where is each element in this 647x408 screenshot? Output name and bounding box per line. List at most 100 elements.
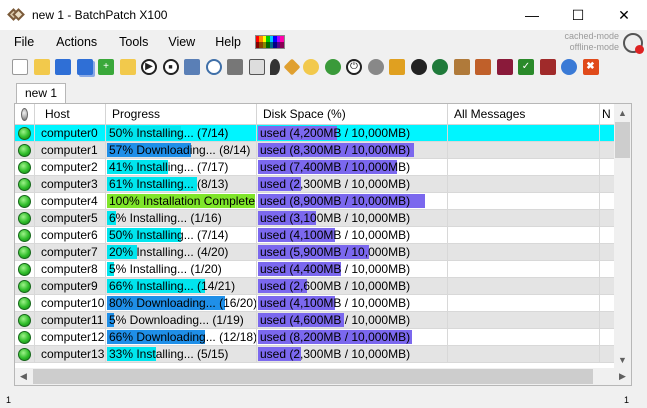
group-icon[interactable] <box>119 59 136 75</box>
header-all-messages[interactable]: All Messages <box>448 104 600 125</box>
save-all-icon[interactable] <box>76 59 93 75</box>
status-indicator-icon <box>21 108 28 121</box>
wheel-icon[interactable] <box>410 59 427 75</box>
header-next-column[interactable]: N <box>600 104 615 125</box>
scroll-up-icon[interactable]: ▲ <box>614 104 631 121</box>
progress-cell: 5% Installing... (1/20) <box>106 261 257 277</box>
tab-strip: new 1 <box>16 83 67 103</box>
next-cell <box>600 244 615 260</box>
save-icon[interactable] <box>55 59 71 75</box>
wheel-green-icon[interactable] <box>432 59 448 75</box>
table-row[interactable]: computer2 41% Installing... (7/17) used (7… <box>15 159 615 176</box>
play-icon[interactable]: ▶ <box>141 59 157 75</box>
disk-space-cell: used (8,300MB / 10,000MB) <box>257 142 448 158</box>
scheduler-clock-icon[interactable] <box>623 33 644 54</box>
schedule-icon[interactable] <box>205 59 222 75</box>
menu-file[interactable]: File <box>0 35 42 49</box>
status-ok-icon <box>18 347 31 361</box>
disk-space-cell: used (2,300MB / 10,000MB) <box>257 346 448 362</box>
status-right-count: 1 <box>624 395 630 405</box>
table-row[interactable]: computer6 50% Installing... (7/14) used (4… <box>15 227 615 244</box>
scroll-right-icon[interactable]: ▶ <box>614 368 631 385</box>
disk-usage-text: used (4,400MB / 10,000MB) <box>260 262 411 276</box>
search-icon[interactable] <box>303 59 319 75</box>
color-palette-icon[interactable] <box>254 35 285 49</box>
commands-icon[interactable] <box>475 59 491 75</box>
progress-cell: 61% Installing... (8/13) <box>106 176 257 192</box>
table-row[interactable]: computer10 80% Downloading... (16/20) used… <box>15 295 615 312</box>
unlock-icon[interactable] <box>389 59 405 75</box>
globe-icon[interactable] <box>561 59 577 75</box>
disk-space-cell: used (7,400MB / 10,000MB) <box>257 159 448 175</box>
header-status-icon[interactable] <box>15 104 35 125</box>
next-cell <box>600 193 615 209</box>
scroll-left-icon[interactable]: ◀ <box>15 368 32 385</box>
host-cell: computer7 <box>35 244 106 260</box>
tab-new-1[interactable]: new 1 <box>16 83 67 103</box>
messages-cell <box>448 346 600 362</box>
status-left-count: 1 <box>6 395 12 405</box>
table-row[interactable]: computer7 20% Installing... (4/20) used (5… <box>15 244 615 261</box>
table-row[interactable]: computer9 66% Installing... (14/21) used (… <box>15 278 615 295</box>
status-cell <box>15 210 35 226</box>
table-row[interactable]: computer3 61% Installing... (8/13) used (2… <box>15 176 615 193</box>
status-ok-icon <box>18 296 31 310</box>
disk-space-cell: used (2,600MB / 10,000MB) <box>257 278 448 294</box>
close-button[interactable]: ✕ <box>601 0 647 30</box>
table-row[interactable]: computer13 33% Installing... (5/15) used (… <box>15 346 615 363</box>
menu-view[interactable]: View <box>160 35 203 49</box>
script-icon[interactable] <box>248 59 265 75</box>
refresh-icon[interactable] <box>324 59 341 75</box>
progress-text: 50% Installing... (7/14) <box>109 228 229 242</box>
minimize-button[interactable]: — <box>509 0 555 30</box>
status-ok-icon <box>18 330 31 344</box>
horizontal-scrollbar[interactable]: ◀ ▶ <box>15 368 631 385</box>
vertical-scrollbar[interactable]: ▲ ▼ <box>614 104 631 368</box>
menu-actions[interactable]: Actions <box>48 35 105 49</box>
messages-cell <box>448 261 600 277</box>
messages-cell <box>448 278 600 294</box>
remove-icon[interactable]: ✖ <box>582 59 599 75</box>
progress-cell: 66% Installing... (14/21) <box>106 278 257 294</box>
table-row[interactable]: computer1 57% Downloading... (8/14) used (… <box>15 142 615 159</box>
stop-icon[interactable]: ■ <box>162 59 179 75</box>
table-row[interactable]: computer5 6% Installing... (1/16) used (3,… <box>15 210 615 227</box>
menu-tools[interactable]: Tools <box>111 35 156 49</box>
menu-help[interactable]: Help <box>207 35 249 49</box>
header-host[interactable]: Host <box>35 104 106 125</box>
next-cell <box>600 278 615 294</box>
vertical-scroll-thumb[interactable] <box>615 122 630 158</box>
host-cell: computer2 <box>35 159 106 175</box>
settings-icon[interactable] <box>367 59 384 75</box>
deploy-icon[interactable] <box>227 59 243 75</box>
header-disk-space[interactable]: Disk Space (%) <box>257 104 448 125</box>
table-row[interactable]: computer8 5% Installing... (1/20) used (4,… <box>15 261 615 278</box>
monitor-icon[interactable] <box>539 59 556 75</box>
table-row[interactable]: computer0 50% Installing... (7/14) used (4… <box>15 125 615 142</box>
maximize-button[interactable]: ☐ <box>555 0 601 30</box>
table-row[interactable]: computer11 5% Downloading... (1/19) used (… <box>15 312 615 329</box>
host-cell: computer9 <box>35 278 106 294</box>
progress-text: 5% Downloading... (1/19) <box>109 313 244 327</box>
messages-cell <box>448 329 600 345</box>
tag-icon[interactable] <box>283 58 300 76</box>
status-ok-icon <box>18 143 31 157</box>
open-folder-icon[interactable] <box>33 59 50 75</box>
messages-cell <box>448 142 600 158</box>
table-row[interactable]: computer4 100% Installation Complete used … <box>15 193 615 210</box>
disk-usage-text: used (7,400MB / 10,000MB) <box>260 160 411 174</box>
disk-usage-text: used (8,200MB / 10,000MB) <box>260 330 411 344</box>
new-file-icon[interactable] <box>12 59 28 75</box>
check-icon[interactable]: ✓ <box>518 59 534 75</box>
power-icon[interactable]: ⏻ <box>346 59 362 75</box>
book-icon[interactable] <box>496 59 513 75</box>
scroll-down-icon[interactable]: ▼ <box>614 351 631 368</box>
package-icon[interactable] <box>453 59 470 75</box>
add-host-icon[interactable]: + <box>98 59 114 75</box>
horizontal-scroll-thumb[interactable] <box>33 369 593 384</box>
network-icon[interactable] <box>184 59 200 75</box>
table-row[interactable]: computer12 66% Downloading... (12/18) used… <box>15 329 615 346</box>
status-cell <box>15 227 35 243</box>
location-icon[interactable] <box>270 59 280 75</box>
header-progress[interactable]: Progress <box>106 104 257 125</box>
